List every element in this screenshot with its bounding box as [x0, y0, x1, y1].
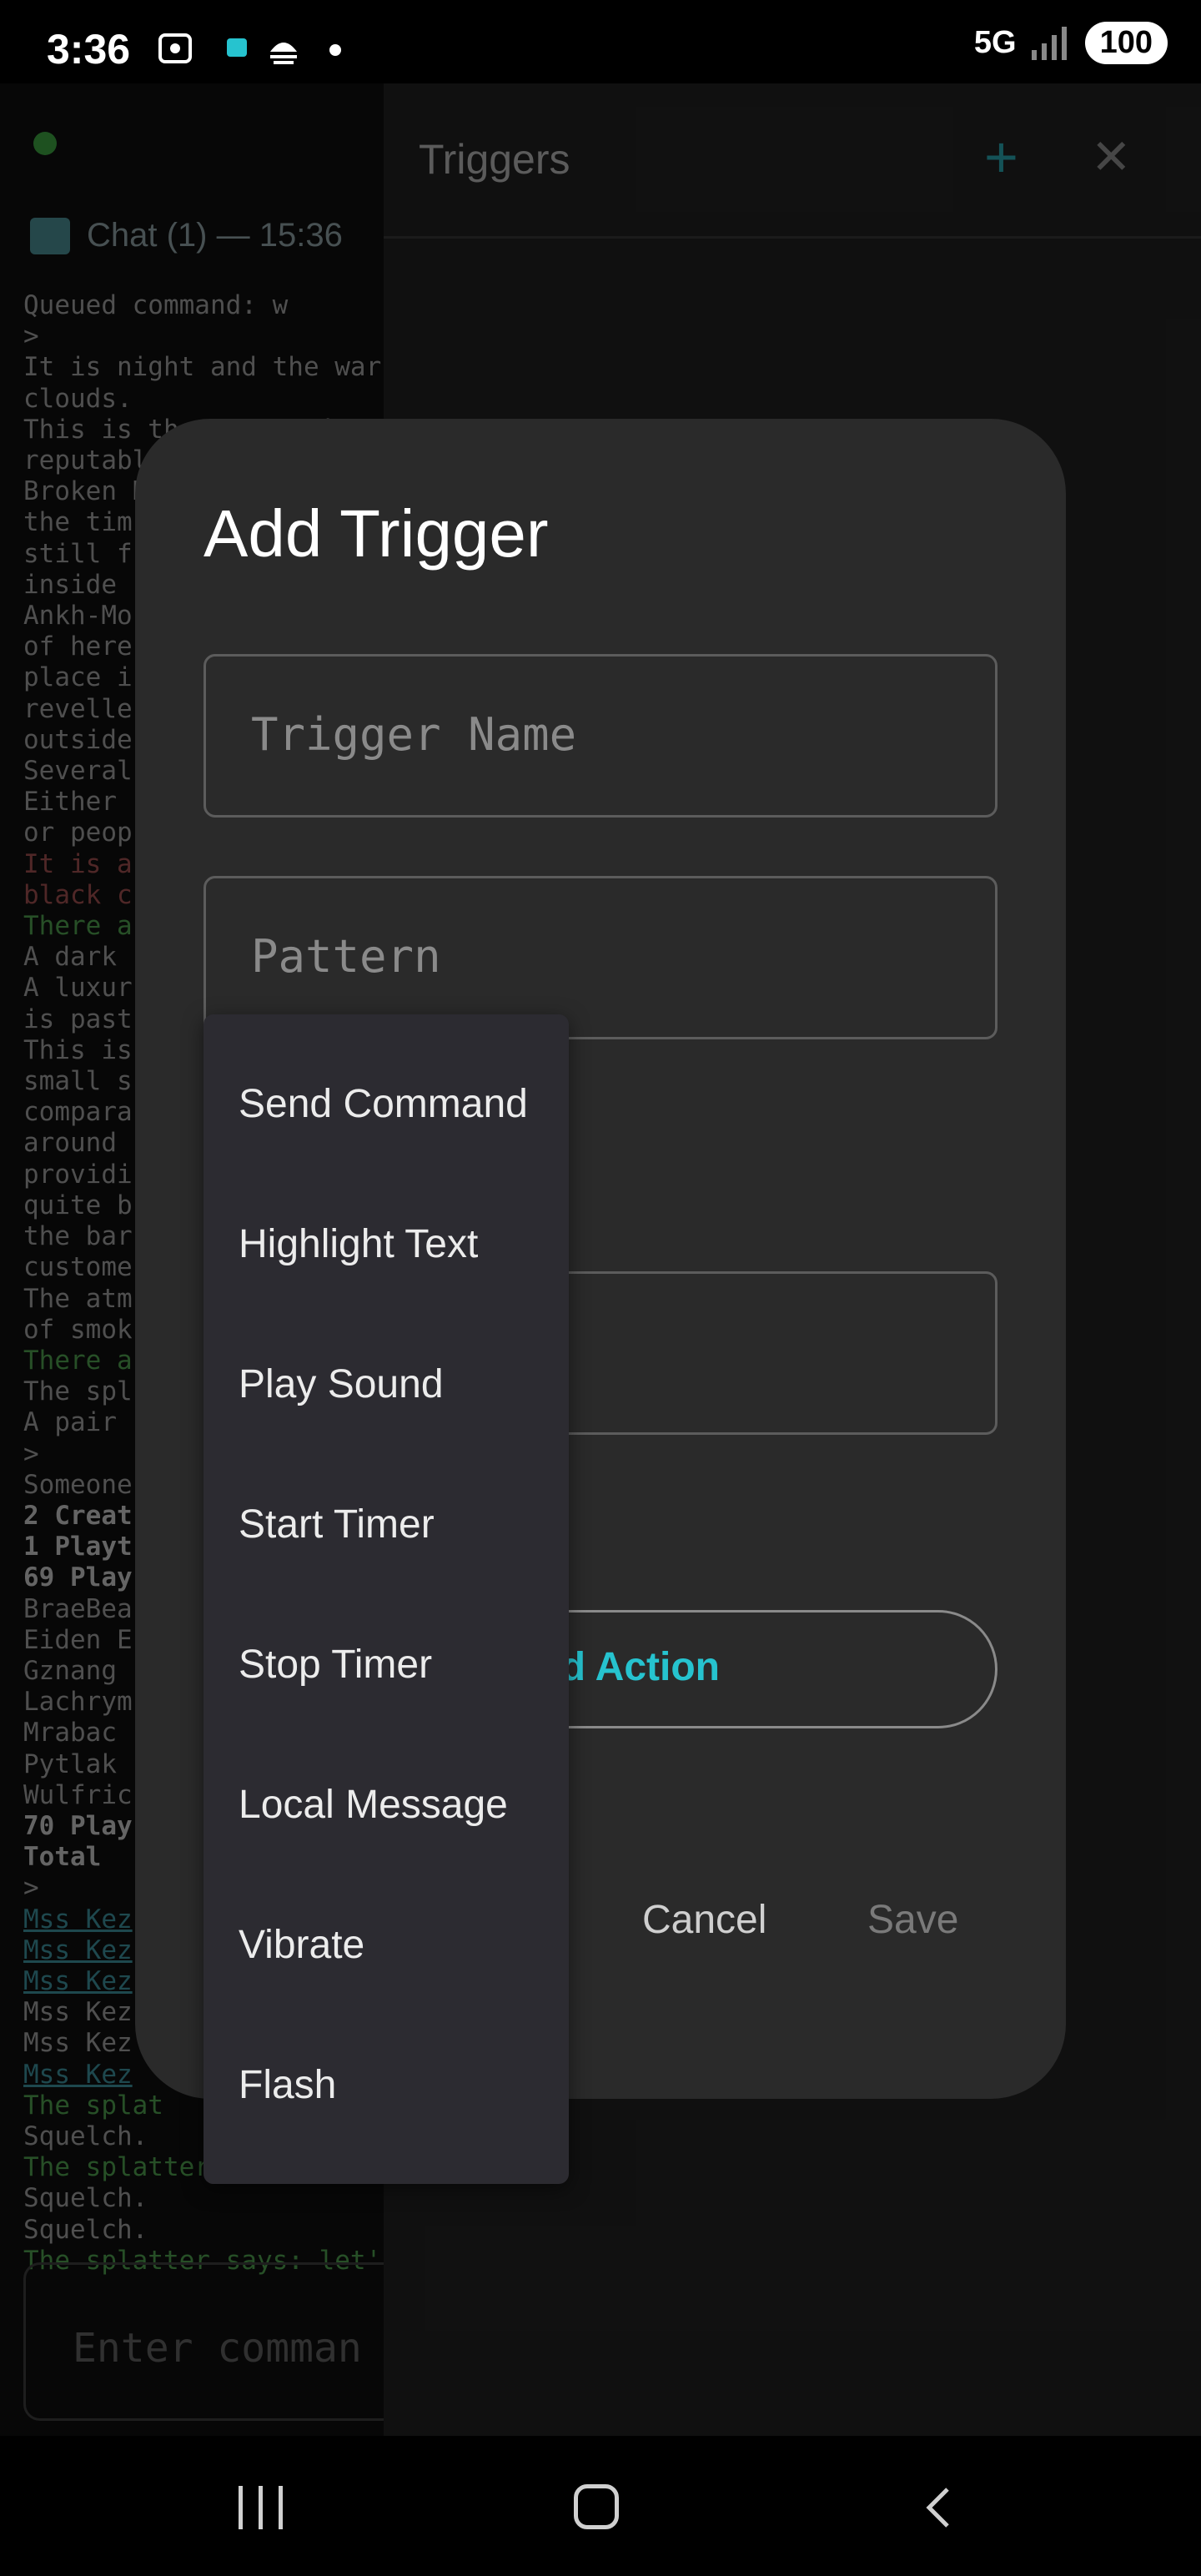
weather-icon — [270, 43, 297, 64]
status-bar: 3:36 5G 100 — [0, 0, 1201, 83]
app-notification-icon — [227, 38, 247, 57]
trigger-name-placeholder: Trigger Name — [251, 708, 577, 761]
menu-item-vibrate[interactable]: Vibrate — [239, 1922, 364, 1968]
notification-dot-icon — [329, 44, 341, 56]
menu-item-flash[interactable]: Flash — [239, 2062, 336, 2108]
menu-item-play-sound[interactable]: Play Sound — [239, 1361, 444, 1407]
menu-item-start-timer[interactable]: Start Timer — [239, 1502, 435, 1547]
signal-icon — [1031, 26, 1067, 60]
menu-item-highlight-text[interactable]: Highlight Text — [239, 1221, 478, 1267]
menu-item-local-message[interactable]: Local Message — [239, 1782, 508, 1828]
cancel-button[interactable]: Cancel — [642, 1897, 766, 1943]
back-icon[interactable] — [916, 2484, 962, 2531]
status-right: 5G 100 — [974, 22, 1168, 64]
recent-apps-icon[interactable] — [239, 2486, 285, 2529]
battery-indicator: 100 — [1084, 22, 1168, 64]
menu-item-send-command[interactable]: Send Command — [239, 1081, 528, 1127]
status-time: 3:36 — [47, 26, 131, 73]
system-navigation-bar — [0, 2436, 1201, 2576]
save-button[interactable]: Save — [867, 1897, 958, 1943]
action-type-dropdown: Send Command Highlight Text Play Sound S… — [204, 1014, 569, 2184]
add-action-label: d Action — [560, 1645, 720, 1689]
network-type: 5G — [973, 25, 1017, 60]
menu-item-stop-timer[interactable]: Stop Timer — [239, 1642, 432, 1688]
pattern-placeholder: Pattern — [251, 930, 441, 983]
screenshot-icon — [158, 33, 192, 63]
dialog-title: Add Trigger — [204, 496, 549, 571]
trigger-name-field[interactable]: Trigger Name — [204, 654, 997, 818]
home-icon[interactable] — [574, 2484, 619, 2529]
